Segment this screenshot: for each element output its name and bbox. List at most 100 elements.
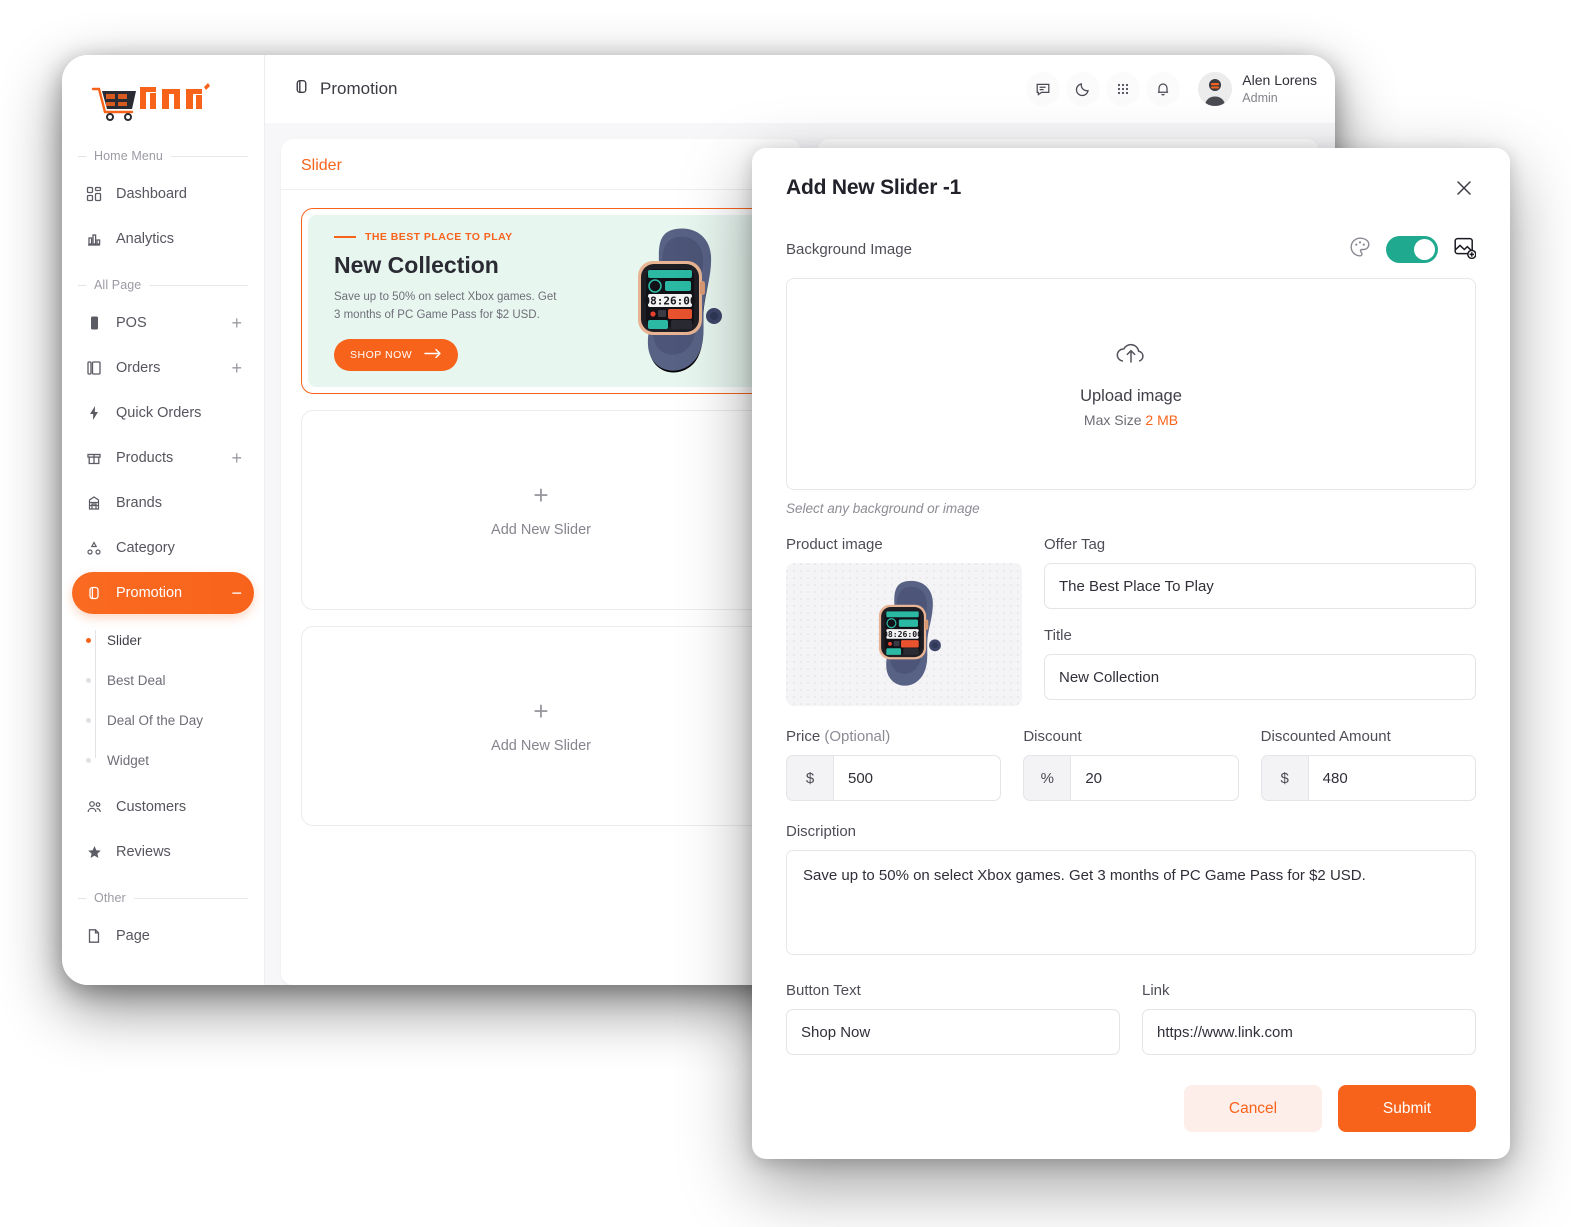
- apps-grid-icon[interactable]: [1106, 72, 1141, 106]
- moon-icon[interactable]: [1066, 72, 1101, 106]
- discounted-amount-field-group: Discounted Amount $: [1260, 728, 1476, 801]
- smartwatch-image: 08:26:00: [592, 223, 752, 386]
- banner-text: THE BEST PLACE TO PLAY New Collection Sa…: [308, 231, 608, 371]
- add-new-slider-card[interactable]: + Add New Slider: [301, 410, 781, 610]
- topbar: Promotion Alen Lorens Admin: [265, 55, 1335, 123]
- brand-logo[interactable]: [62, 69, 264, 131]
- page-icon: [84, 928, 104, 944]
- sidebar-item-quick-orders[interactable]: Quick Orders: [72, 392, 254, 434]
- palette-icon[interactable]: [1348, 235, 1372, 264]
- product-image-column: Product image 08:26:00: [786, 536, 1022, 706]
- discounted-amount-input[interactable]: [1307, 755, 1476, 801]
- sidebar-item-dashboard[interactable]: Dashboard: [72, 173, 254, 215]
- slider-banner-card[interactable]: THE BEST PLACE TO PLAY New Collection Sa…: [301, 208, 781, 394]
- sidebar-item-brands[interactable]: Brands: [72, 482, 254, 524]
- upload-dropzone[interactable]: Upload image Max Size 2 MB: [786, 278, 1476, 490]
- offer-tag-input[interactable]: [1044, 563, 1476, 609]
- user-menu[interactable]: Alen Lorens Admin: [1198, 72, 1317, 106]
- modal-footer: Cancel Submit: [786, 1085, 1476, 1132]
- sidebar-section-all-page: All Page: [62, 278, 264, 292]
- divider: [149, 284, 248, 286]
- sidebar-item-label: Deal Of the Day: [107, 712, 204, 728]
- sidebar-item-products[interactable]: Products +: [72, 437, 254, 479]
- kicker-bar: [334, 236, 356, 239]
- add-new-slider-label: Add New Slider: [491, 522, 591, 538]
- sidebar-item-widget[interactable]: Widget: [62, 740, 264, 780]
- discount-input-wrap: %: [1023, 755, 1239, 801]
- bell-icon[interactable]: [1146, 72, 1181, 106]
- discounted-amount-input-wrap: $: [1260, 755, 1476, 801]
- product-image-thumbnail[interactable]: 08:26:00: [786, 563, 1022, 706]
- description-label: Discription: [786, 823, 857, 840]
- customers-icon: [84, 799, 104, 815]
- offer-tag-label: Offer Tag: [1044, 536, 1106, 553]
- avatar: [1198, 72, 1233, 106]
- sidebar-item-label: Brands: [116, 495, 162, 511]
- arrow-right-icon: [424, 348, 442, 362]
- background-toggle[interactable]: [1386, 236, 1438, 263]
- discount-field-group: Discount %: [1023, 728, 1239, 801]
- price-field-group: Price (Optional) $: [786, 728, 1002, 801]
- shop-now-label: SHOP NOW: [350, 348, 413, 361]
- add-new-slider-card[interactable]: + Add New Slider: [301, 626, 781, 826]
- sidebar-item-label: Analytics: [116, 231, 175, 247]
- sidebar-item-promotion[interactable]: Promotion −: [72, 572, 254, 614]
- shop-now-button[interactable]: SHOP NOW: [334, 338, 459, 371]
- sidebar-item-best-deal[interactable]: Best Deal: [62, 660, 264, 700]
- sidebar-item-label: Page: [116, 928, 150, 944]
- sidebar: Home Menu Dashboard Analytics All Page P…: [62, 55, 265, 985]
- discount-input[interactable]: [1070, 755, 1239, 801]
- background-hint: Select any background or image: [786, 501, 980, 516]
- bullet-icon: [84, 675, 93, 685]
- expand-plus-icon[interactable]: +: [231, 449, 242, 467]
- sidebar-section-label: All Page: [94, 278, 142, 292]
- sidebar-item-pos[interactable]: POS +: [72, 302, 254, 344]
- brands-icon: [84, 495, 104, 511]
- submit-button[interactable]: Submit: [1338, 1085, 1476, 1132]
- sidebar-item-label: Reviews: [116, 844, 171, 860]
- page-title: Promotion: [293, 78, 397, 100]
- link-label: Link: [1142, 982, 1170, 999]
- message-icon[interactable]: [1026, 72, 1061, 106]
- upload-title: Upload image: [1080, 387, 1182, 405]
- sidebar-item-slider[interactable]: Slider: [62, 620, 264, 660]
- cancel-button[interactable]: Cancel: [1184, 1085, 1322, 1132]
- sidebar-item-category[interactable]: Category: [72, 527, 254, 569]
- sidebar-item-deal-of-the-day[interactable]: Deal Of the Day: [62, 700, 264, 740]
- expand-plus-icon[interactable]: +: [231, 359, 242, 377]
- sidebar-item-label: Quick Orders: [116, 405, 202, 421]
- description-textarea[interactable]: Save up to 50% on select Xbox games. Get…: [786, 850, 1476, 955]
- bolt-icon: [84, 405, 104, 421]
- discount-label: Discount: [1023, 728, 1082, 745]
- close-icon[interactable]: [1452, 176, 1476, 205]
- user-name: Alen Lorens: [1242, 72, 1317, 89]
- price-input[interactable]: [833, 755, 1002, 801]
- expand-plus-icon[interactable]: +: [231, 314, 242, 332]
- price-label-text: Price: [786, 728, 825, 745]
- svg-text:08:26:00: 08:26:00: [644, 295, 697, 308]
- sidebar-item-customers[interactable]: Customers: [72, 786, 254, 828]
- link-field-group: Link: [1142, 982, 1476, 1055]
- title-label: Title: [1044, 627, 1072, 644]
- sidebar-item-page[interactable]: Page: [72, 915, 254, 957]
- percent-prefix: %: [1023, 755, 1071, 801]
- title-input[interactable]: [1044, 654, 1476, 700]
- pos-icon: [84, 315, 104, 331]
- sidebar-section-other: Other: [62, 891, 264, 905]
- user-role: Admin: [1242, 90, 1278, 105]
- button-text-input[interactable]: [786, 1009, 1120, 1055]
- max-size-value: 2 MB: [1145, 412, 1179, 428]
- plus-icon: +: [533, 696, 549, 726]
- image-add-icon[interactable]: [1452, 235, 1477, 264]
- sidebar-item-orders[interactable]: Orders +: [72, 347, 254, 389]
- collapse-minus-icon[interactable]: −: [231, 584, 242, 602]
- button-text-label: Button Text: [786, 982, 861, 999]
- sidebar-item-label: Promotion: [116, 585, 183, 601]
- sidebar-section-label: Other: [94, 891, 126, 905]
- sidebar-item-label: Products: [116, 450, 174, 466]
- sidebar-item-analytics[interactable]: Analytics: [72, 218, 254, 260]
- sidebar-item-reviews[interactable]: Reviews: [72, 831, 254, 873]
- upload-max-size: Max Size 2 MB: [1084, 412, 1178, 428]
- banner-heading: New Collection: [334, 252, 499, 279]
- link-input[interactable]: [1142, 1009, 1476, 1055]
